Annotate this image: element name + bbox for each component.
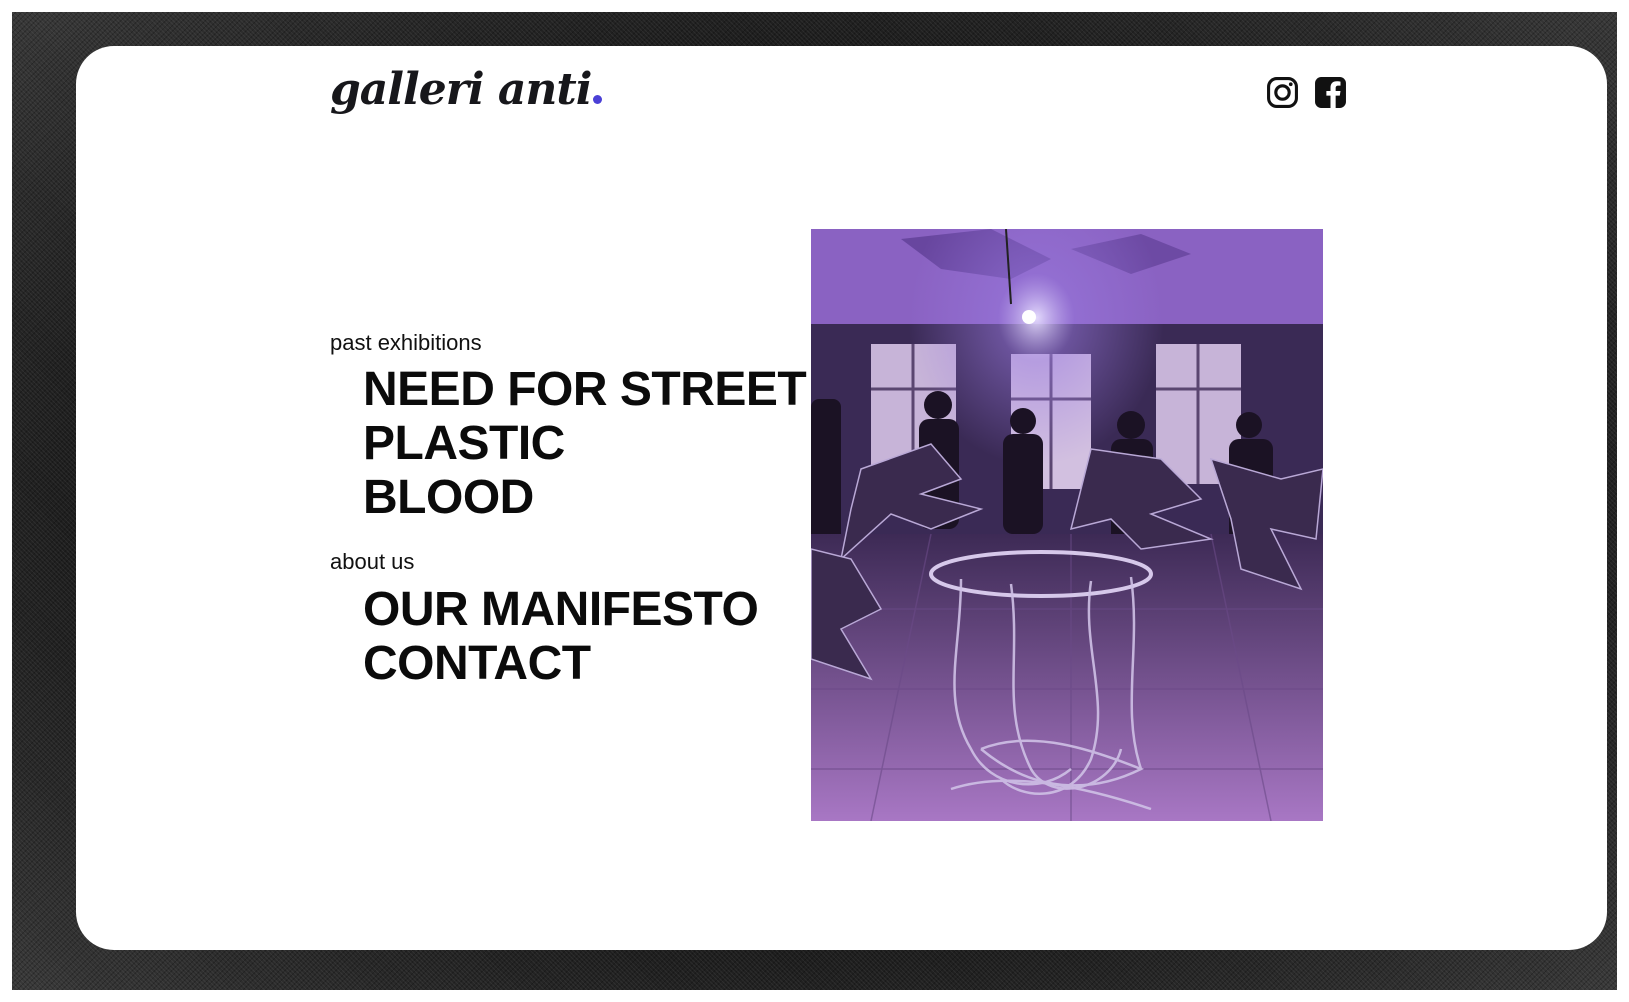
our-manifesto-link[interactable]: OUR MANIFESTO: [363, 582, 759, 638]
exhibition-link-need-for-street[interactable]: NEED FOR STREET: [363, 362, 807, 418]
hero-photo: [811, 229, 1323, 821]
instagram-icon[interactable]: [1266, 76, 1299, 109]
logo-text: galleri anti: [330, 64, 592, 115]
about-us-label: about us: [330, 549, 415, 574]
exhibition-link-blood[interactable]: BLOOD: [363, 470, 534, 526]
site-logo[interactable]: galleri anti: [330, 68, 603, 112]
logo-dot: [593, 95, 603, 104]
facebook-icon[interactable]: [1314, 76, 1347, 109]
past-exhibitions-label: past exhibitions: [330, 330, 482, 355]
gallery-installation-image: [811, 229, 1323, 821]
contact-link[interactable]: CONTACT: [363, 636, 591, 692]
exhibition-link-plastic[interactable]: PLASTIC: [363, 416, 565, 472]
browser-page: galleri anti past exhibitions NEED FOR S…: [76, 46, 1607, 950]
social-links: [1266, 76, 1347, 109]
